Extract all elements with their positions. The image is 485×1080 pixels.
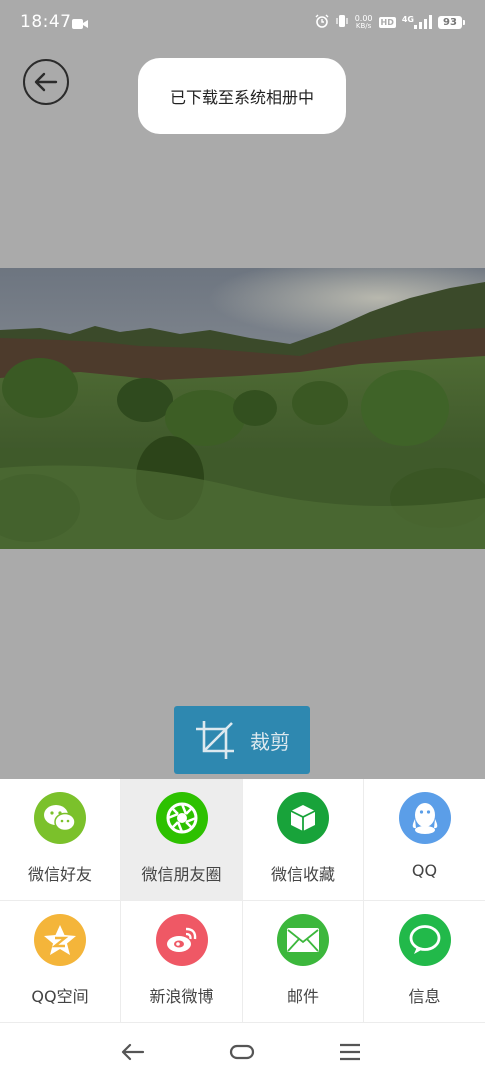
share-qq[interactable]: QQ: [364, 779, 485, 901]
mail-icon: [277, 914, 329, 966]
nav-menu-button[interactable]: [320, 1023, 380, 1080]
status-bar: 18:47 0.00 KB/s HD 4G 93: [0, 0, 485, 44]
back-arrow-icon: [34, 72, 58, 92]
share-label: QQ: [411, 861, 438, 880]
qzone-star-icon: [34, 914, 86, 966]
signal-icon: 4G: [402, 15, 432, 29]
hd-badge: HD: [378, 16, 396, 28]
share-wechat-favorites[interactable]: 微信收藏: [243, 779, 364, 901]
navigation-bar: [0, 1023, 485, 1080]
network-speed: 0.00 KB/s: [355, 14, 373, 30]
share-label: 微信朋友圈: [141, 865, 222, 884]
share-panel: 微信好友 微信朋友圈 微信收藏 QQ QQ空间 新浪微博 邮件 信息: [0, 779, 485, 1023]
share-weibo[interactable]: 新浪微博: [121, 901, 243, 1023]
battery-tip: [463, 19, 465, 25]
vibrate-icon: [335, 13, 349, 32]
moments-icon: [155, 792, 208, 844]
share-qzone[interactable]: QQ空间: [0, 901, 121, 1023]
share-mail[interactable]: 邮件: [243, 901, 364, 1023]
qq-penguin-icon: [398, 792, 451, 844]
wechat-icon: [34, 792, 86, 844]
crop-icon: [196, 721, 234, 759]
share-label: 微信收藏: [270, 865, 335, 884]
battery-icon: 93: [438, 15, 462, 29]
share-label: 新浪微博: [149, 987, 214, 1006]
speed-unit: KB/s: [355, 22, 372, 30]
crop-label: 裁剪: [250, 729, 290, 754]
weibo-icon: [155, 914, 208, 966]
video-icon: [72, 15, 88, 34]
share-label: 微信好友: [27, 865, 92, 884]
download-toast: 已下载至系统相册中: [138, 58, 346, 134]
nav-back-button[interactable]: [103, 1023, 163, 1080]
battery-level: 93: [443, 16, 457, 28]
status-time: 18:47: [20, 12, 72, 32]
toast-text: 已下载至系统相册中: [169, 88, 314, 107]
landscape-image: [0, 268, 485, 549]
share-label: QQ空间: [31, 987, 89, 1006]
share-wechat-moments[interactable]: 微信朋友圈: [121, 779, 243, 901]
nav-home-button[interactable]: [212, 1023, 272, 1080]
landscape-photo[interactable]: [0, 268, 485, 549]
menu-icon: [340, 1043, 360, 1060]
home-icon: [229, 1044, 255, 1059]
message-icon: [398, 914, 451, 966]
network-type: 4G: [401, 15, 414, 24]
share-wechat-friend[interactable]: 微信好友: [0, 779, 121, 901]
status-indicators: 0.00 KB/s HD 4G 93: [315, 12, 465, 32]
favorites-cube-icon: [277, 792, 329, 844]
alarm-icon: [315, 13, 329, 32]
share-label: 信息: [408, 987, 441, 1006]
share-label: 邮件: [286, 987, 319, 1006]
back-arrow-icon: [121, 1043, 145, 1060]
back-button[interactable]: [23, 59, 69, 105]
crop-button[interactable]: 裁剪: [174, 706, 310, 774]
share-message[interactable]: 信息: [364, 901, 485, 1023]
